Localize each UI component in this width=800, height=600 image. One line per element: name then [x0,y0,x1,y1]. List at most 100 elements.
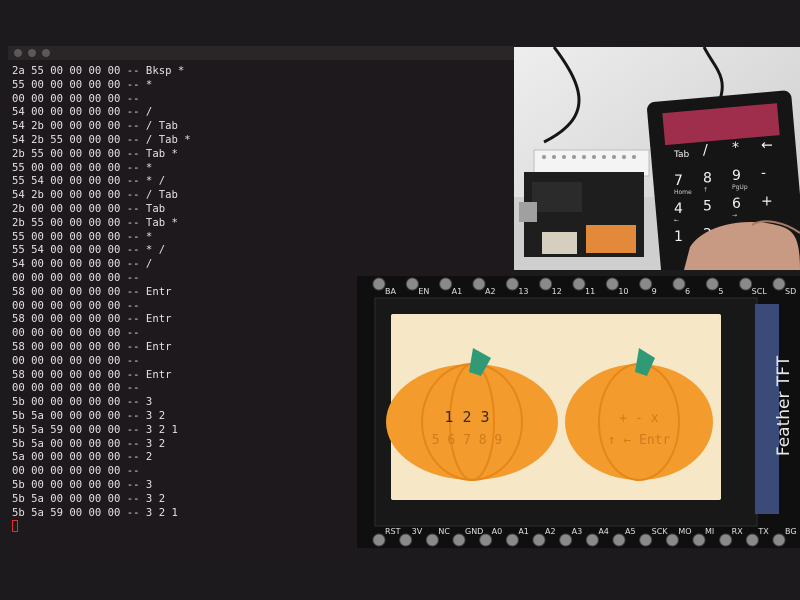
header-pin-label: 10 [618,287,628,296]
terminal-line: 55 54 00 00 00 00 -- * / [12,244,166,257]
header-pin-label: GND [465,527,483,536]
header-pin-label: RX [732,527,744,536]
header-pin [605,277,619,291]
terminal-line: 54 00 00 00 00 00 -- / [12,258,153,271]
keypad-key-label: 6 [732,196,741,212]
header-pin-label: SCL [752,287,768,296]
keypad-key-sublabel: → [732,212,737,219]
header-pin-label: A5 [625,527,636,536]
header-pin-label: MO [678,527,691,536]
header-pin-label: 3V [412,527,423,536]
header-pin [585,533,599,547]
terminal-title-bar [8,46,514,60]
header-pin [425,533,439,547]
header-pin-label: 6 [685,287,690,296]
keypad-key-label: Tab [673,150,690,160]
header-pin [692,533,706,547]
terminal-line: 54 2b 00 00 00 00 -- / Tab [12,189,178,202]
pumpkin-left-top-row: 1 2 3 [444,408,489,426]
header-pin [505,533,519,547]
terminal-line: 2b 00 00 00 00 00 -- Tab [12,202,166,215]
header-pin [772,533,786,547]
terminal-line: 55 54 00 00 00 00 -- * / [12,175,166,188]
header-pin-label: 13 [518,287,528,296]
header-pin [772,277,786,291]
header-pin [612,533,626,547]
header-pin-label: A1 [452,287,463,296]
keypad-key-label: 4 [674,201,683,217]
terminal-line: 55 00 00 00 00 00 -- * [12,78,153,91]
header-pin-label: NC [438,527,450,536]
header-pin-label: A2 [545,527,556,536]
header-pin-label: A2 [485,287,496,296]
header-pin [452,533,466,547]
header-pin-label: 5 [718,287,723,296]
tft-display-video: BA EN A1 A2 13 12 11 10 9 6 5 SCL SD RST 3V NC GND A0 A1 A… [357,276,800,548]
terminal-line: 54 00 00 00 00 00 -- / [12,106,153,119]
keypad-key-sublabel: ← [674,217,679,224]
board-label: Feather TFT [774,355,794,456]
text-cursor [12,520,18,533]
header-pin [639,533,653,547]
terminal-line: 54 2b 00 00 00 00 -- / Tab [12,120,178,133]
pumpkin-right-row-2: ↑ ← Entr [608,433,671,448]
terminal-line: 54 2b 55 00 00 00 -- / Tab * [12,133,191,146]
header-pin [539,277,553,291]
header-pin [739,277,753,291]
header-pin-label: A0 [492,527,503,536]
pumpkin-left-row-2: 5 6 7 8 9 [432,433,502,448]
header-pin [372,533,386,547]
minimize-window-button[interactable] [28,49,36,57]
header-pin-label: A3 [572,527,583,536]
header-pin-label: 12 [552,287,562,296]
header-pin [719,533,733,547]
header-pin-label: SD [785,287,796,296]
close-window-button[interactable] [14,49,22,57]
keypad-key-label: 5 [703,199,712,215]
header-pin [672,277,686,291]
header-pin-label: BG [785,527,797,536]
header-pin-label: SCK [652,527,669,536]
keypad-key-sublabel: Home [674,189,692,196]
header-pin [372,277,386,291]
keypad-key-label: 8 [703,171,712,187]
header-pin [532,533,546,547]
header-pin [472,277,486,291]
keypad-key-label: 1 [674,229,683,245]
header-pin-label: RST [385,527,401,536]
header-pin-label: 11 [585,287,595,296]
header-pin-label: A4 [598,527,609,536]
header-pin [705,277,719,291]
terminal-line: 2a 55 00 00 00 00 -- Bksp * [12,65,185,77]
header-pin-label: EN [418,287,429,296]
tft-photo: BA EN A1 A2 13 12 11 10 9 6 5 SCL SD RST 3V NC GND A0 A1 A… [357,276,800,548]
keypad-key-sublabel: ↑ [703,187,708,194]
header-pin [405,277,419,291]
header-pin [399,533,413,547]
header-pin [665,533,679,547]
terminal-line: 2b 55 00 00 00 00 -- Tab * [12,216,178,229]
keypad-key-label: ← [761,138,773,154]
header-pin [745,533,759,547]
header-pin [572,277,586,291]
keypad-key-label: - [761,166,766,182]
header-pin-label: BA [385,287,396,296]
terminal-line: 55 00 00 00 00 00 -- * [12,230,153,243]
header-pin [505,277,519,291]
header-pin [559,533,573,547]
header-pin [479,533,493,547]
header-pin-label: 9 [652,287,657,296]
keypad-key-label: 7 [674,173,683,189]
header-pin [639,277,653,291]
keypad-photo: Tab/*←7Home8↑9PgUp-4←56→+123Enter [514,47,800,270]
terminal-line: 2b 55 00 00 00 00 -- Tab * [12,147,178,160]
keypad-key-label: 9 [732,168,741,184]
header-pin-label: MI [705,527,714,536]
keypad-key-label: + [761,194,773,210]
header-pin-label: A1 [518,527,529,536]
zoom-window-button[interactable] [42,49,50,57]
keypad-key-label: / [703,143,708,159]
pumpkin-right-row-1: + - x [619,411,658,426]
header-pin [439,277,453,291]
keypad-video: Tab/*←7Home8↑9PgUp-4←56→+123Enter [514,47,800,270]
